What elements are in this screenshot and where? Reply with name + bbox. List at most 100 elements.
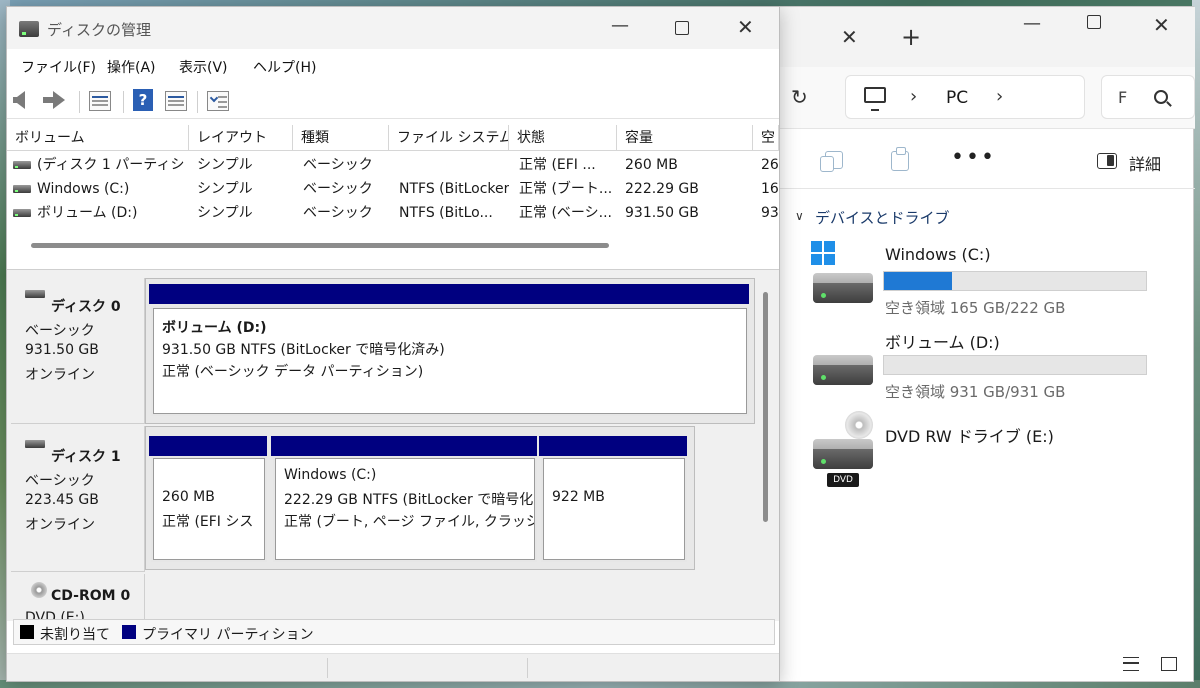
cell-volume: ボリューム (D:) (37, 205, 138, 221)
cd-rom-icon (31, 582, 47, 598)
toolbar-separator (197, 91, 198, 113)
close-icon[interactable]: ✕ (1153, 13, 1170, 37)
drive-free-space: 空き領域 165 GB/222 GB (885, 299, 1066, 317)
primary-partition-bar (271, 436, 537, 456)
disk-name: ディスク 0 (51, 299, 121, 315)
explorer-address-row: ↻ › PC › F (771, 67, 1195, 129)
volume-icon (13, 185, 31, 193)
legend-label: プライマリ パーティション (142, 627, 314, 643)
menu-view[interactable]: 表示(V) (179, 57, 228, 77)
horizontal-scrollbar[interactable] (31, 243, 609, 248)
dm-toolbar: ? (7, 83, 779, 119)
drive-usage-bar (883, 271, 1147, 291)
cell-status: 正常 (ベーシ... (519, 205, 612, 221)
column-header-status[interactable]: 状態 (509, 125, 617, 151)
cell-layout: シンプル (197, 157, 253, 173)
refresh-icon[interactable]: ↻ (791, 85, 808, 109)
maximize-icon[interactable] (1087, 15, 1101, 29)
menu-bar: ファイル(F) 操作(A) 表示(V) ヘルプ(H) (7, 53, 779, 81)
disk-1-label[interactable]: ディスク 1 ベーシック 223.45 GB オンライン (11, 426, 145, 572)
menu-help[interactable]: ヘルプ(H) (253, 57, 316, 77)
breadcrumb-pc[interactable]: PC (946, 88, 968, 108)
column-header-volume[interactable]: ボリューム (7, 125, 189, 151)
drive-item-e[interactable]: DVD DVD RW ドライブ (E:) (771, 409, 1195, 489)
partition-efi[interactable]: 260 MB 正常 (EFI シス (151, 456, 267, 562)
forward-arrow-icon[interactable] (43, 91, 65, 109)
disk-size: 931.50 GB (25, 342, 99, 358)
partition-title: Windows (C:) (284, 467, 377, 483)
toolbar-separator (79, 91, 80, 113)
cell-volume: (ディスク 1 パーティショ... (37, 157, 187, 173)
copy-icon[interactable] (820, 151, 843, 172)
search-box[interactable]: F (1101, 75, 1195, 119)
drive-name: Windows (C:) (885, 245, 991, 264)
drive-item-c[interactable]: Windows (C:) 空き領域 165 GB/222 GB (771, 245, 1195, 325)
cell-status: 正常 (EFI ... (519, 157, 596, 173)
section-title[interactable]: デバイスとドライブ (815, 207, 950, 228)
column-header-capacity[interactable]: 容量 (617, 125, 753, 151)
volume-icon (13, 209, 31, 217)
partition-recovery[interactable]: 922 MB (541, 456, 687, 562)
table-row[interactable]: Windows (C:) シンプル ベーシック NTFS (BitLocker.… (7, 177, 779, 201)
column-header-free[interactable]: 空 (753, 125, 779, 151)
close-icon[interactable]: ✕ (737, 15, 754, 39)
disk-type: ベーシック (25, 473, 95, 489)
disk-size: 223.45 GB (25, 492, 99, 508)
minimize-icon[interactable]: — (611, 15, 629, 36)
details-pane-icon[interactable] (1097, 153, 1117, 169)
search-icon[interactable] (1154, 90, 1168, 104)
new-tab-icon[interactable]: + (901, 23, 921, 51)
primary-partition-bar (149, 284, 749, 304)
show-hide-action-pane-icon[interactable] (165, 91, 187, 111)
paste-icon[interactable] (891, 147, 909, 171)
cell-layout: シンプル (197, 181, 253, 197)
address-bar[interactable]: › PC › (845, 75, 1085, 119)
dvd-tag: DVD (827, 473, 859, 487)
table-row[interactable]: ボリューム (D:) シンプル ベーシック NTFS (BitLo... 正常 … (7, 201, 779, 225)
minimize-icon[interactable]: — (1023, 13, 1041, 34)
disk-icon (25, 290, 45, 298)
legend-swatch-unallocated (20, 625, 34, 639)
disk-0-label[interactable]: ディスク 0 ベーシック 931.50 GB オンライン (11, 278, 145, 424)
details-button-label[interactable]: 詳細 (1129, 151, 1161, 175)
back-arrow-icon[interactable] (13, 91, 25, 109)
hard-drive-icon (813, 347, 873, 385)
help-icon[interactable]: ? (133, 89, 153, 111)
more-options-icon[interactable]: ••• (951, 145, 996, 170)
volume-icon (13, 161, 31, 169)
maximize-icon[interactable] (675, 21, 689, 35)
tab-close-icon[interactable]: ✕ (841, 25, 858, 49)
tiles-view-icon[interactable] (1161, 657, 1177, 671)
window-title: ディスクの管理 (47, 21, 151, 39)
details-view-icon[interactable] (1123, 657, 1139, 671)
column-header-type[interactable]: 種類 (293, 125, 389, 151)
partition-detail: 931.50 GB NTFS (BitLocker で暗号化済み) (162, 342, 445, 358)
explorer-titlebar: ✕ + — ✕ (771, 7, 1195, 67)
disk-name: ディスク 1 (51, 449, 121, 465)
drive-item-d[interactable]: ボリューム (D:) 空き領域 931 GB/931 GB (771, 329, 1195, 409)
menu-file[interactable]: ファイル(F) (21, 57, 96, 77)
partition-volume-d[interactable]: ボリューム (D:) 931.50 GB NTFS (BitLocker で暗号… (151, 306, 749, 416)
table-row[interactable]: (ディスク 1 パーティショ... シンプル ベーシック 正常 (EFI ...… (7, 153, 779, 177)
cdrom-0-label[interactable]: CD-ROM 0 DVD (E:) (11, 574, 145, 626)
menu-action[interactable]: 操作(A) (107, 57, 156, 77)
cell-capacity: 222.29 GB (625, 181, 699, 197)
column-header-filesystem[interactable]: ファイル システム (389, 125, 509, 151)
chevron-right-icon[interactable]: › (996, 86, 1003, 107)
cell-type: ベーシック (303, 181, 373, 197)
column-header-layout[interactable]: レイアウト (189, 125, 293, 151)
hard-drive-icon (813, 265, 873, 303)
properties-icon[interactable] (207, 91, 229, 111)
chevron-down-icon[interactable]: ∨ (795, 209, 804, 223)
explorer-command-bar: ••• 詳細 (771, 129, 1195, 189)
status-divider (527, 658, 528, 678)
vertical-scrollbar[interactable] (763, 292, 768, 522)
partition-windows-c[interactable]: Windows (C:) 222.29 GB NTFS (BitLocker で… (273, 456, 537, 562)
drive-usage-bar (883, 355, 1147, 375)
chevron-right-icon[interactable]: › (910, 86, 917, 107)
partition-status: 正常 (ブート, ページ ファイル, クラッシュ ダ (284, 514, 534, 530)
disk-type: ベーシック (25, 323, 95, 339)
cell-type: ベーシック (303, 205, 373, 221)
cell-volume: Windows (C:) (37, 181, 130, 197)
show-hide-console-tree-icon[interactable] (89, 91, 111, 111)
